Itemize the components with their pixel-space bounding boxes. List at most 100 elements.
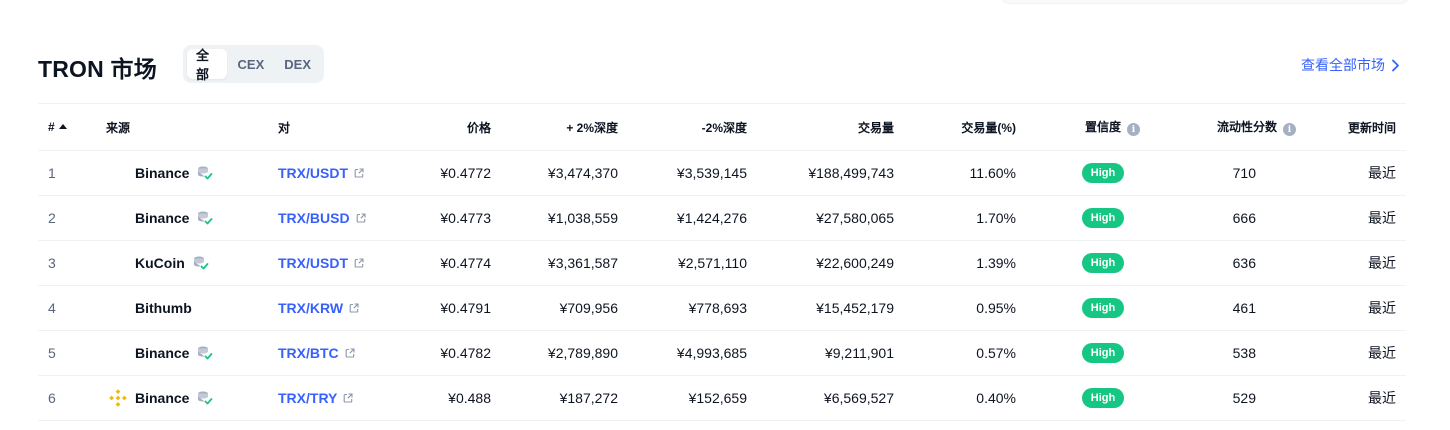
external-link-icon xyxy=(349,303,359,313)
external-link-icon xyxy=(354,168,364,178)
exchange-name[interactable]: Binance xyxy=(135,210,189,226)
pair-link[interactable]: TRX/TRY xyxy=(278,390,353,406)
price-cell: ¥0.4791 xyxy=(440,300,491,316)
source-cell[interactable]: KuCoin xyxy=(96,241,268,286)
col-updated[interactable]: 更新时间 xyxy=(1306,104,1406,151)
exchange-name[interactable]: Binance xyxy=(135,390,189,406)
source-cell[interactable]: Binance xyxy=(96,196,268,241)
table-row: 6 Binance TRX/TRY ¥0.488 ¥187,272 ¥152,659 ¥6,… xyxy=(38,376,1406,421)
plus-depth-cell: ¥3,361,587 xyxy=(547,255,618,271)
pair-cell[interactable]: TRX/BTC xyxy=(268,331,400,376)
exchange-logo xyxy=(106,386,135,410)
pair-label: TRX/BTC xyxy=(278,345,339,361)
tab-all[interactable]: 全部 xyxy=(187,48,227,82)
plus-depth-cell: ¥187,272 xyxy=(559,390,618,406)
volume-cell: ¥27,580,065 xyxy=(816,210,894,226)
exchange-name[interactable]: Binance xyxy=(135,345,189,361)
table-row: 4 Bithumb TRX/KRW ¥0.4791 ¥709,956 ¥778,693 ¥1… xyxy=(38,286,1406,331)
liquidity-cell: 461 xyxy=(1232,300,1256,316)
minus-depth-cell: ¥4,993,685 xyxy=(676,345,747,361)
liquidity-cell: 538 xyxy=(1232,345,1256,361)
exchange-name[interactable]: Bithumb xyxy=(135,300,192,316)
liquidity-cell: 529 xyxy=(1232,390,1256,406)
col-source[interactable]: 来源 xyxy=(96,104,268,151)
volume-pct-cell: 1.70% xyxy=(976,210,1016,226)
volume-cell: ¥9,211,901 xyxy=(824,345,894,361)
col-plus-depth[interactable]: + 2%深度 xyxy=(501,104,628,151)
col-volume[interactable]: 交易量 xyxy=(757,104,904,151)
plus-depth-cell: ¥709,956 xyxy=(559,300,618,316)
table-row: 1 Binance TRX/USDT ¥0.4772 ¥3,474,370 ¥3,539,… xyxy=(38,151,1406,196)
price-cell: ¥0.488 xyxy=(448,390,491,406)
source-cell[interactable]: Binance xyxy=(96,151,268,196)
verified-reserve-icon xyxy=(198,166,213,180)
table-row: 2 Binance TRX/BUSD ¥0.4773 ¥1,038,559 ¥1,424,… xyxy=(38,196,1406,241)
liquidity-cell: 636 xyxy=(1232,255,1256,271)
pair-link[interactable]: TRX/BTC xyxy=(278,345,355,361)
confidence-badge: High xyxy=(1081,208,1125,228)
info-icon[interactable]: i xyxy=(1283,123,1296,137)
verified-reserve-icon xyxy=(198,391,213,405)
sort-asc-icon xyxy=(58,124,67,129)
exchange-logo xyxy=(106,341,135,365)
pair-link[interactable]: TRX/USDT xyxy=(278,255,364,271)
source-cell[interactable]: Bithumb xyxy=(96,286,268,331)
updated-cell: 最近 xyxy=(1368,210,1396,226)
updated-cell: 最近 xyxy=(1368,390,1396,406)
pair-link[interactable]: TRX/KRW xyxy=(278,300,359,316)
tab-cex[interactable]: CEX xyxy=(229,49,274,79)
col-minus-depth[interactable]: -2%深度 xyxy=(628,104,757,151)
exchange-name[interactable]: KuCoin xyxy=(135,255,185,271)
col-price[interactable]: 价格 xyxy=(400,104,501,151)
pair-label: TRX/BUSD xyxy=(278,210,350,226)
pair-cell[interactable]: TRX/USDT xyxy=(268,151,400,196)
source-cell[interactable]: Binance xyxy=(96,376,268,421)
volume-cell: ¥188,499,743 xyxy=(808,165,894,181)
table-row: 5 Binance TRX/BTC ¥0.4782 ¥2,789,890 ¥4,993,6… xyxy=(38,331,1406,376)
pair-cell[interactable]: TRX/KRW xyxy=(268,286,400,331)
pair-cell[interactable]: TRX/TRY xyxy=(268,376,400,421)
confidence-badge: High xyxy=(1081,298,1125,318)
view-all-label: 查看全部市场 xyxy=(1301,57,1385,73)
pair-link[interactable]: TRX/USDT xyxy=(278,165,364,181)
minus-depth-cell: ¥778,693 xyxy=(688,300,747,316)
verified-reserve-icon xyxy=(198,211,213,225)
pair-cell[interactable]: TRX/USDT xyxy=(268,241,400,286)
volume-cell: ¥15,452,179 xyxy=(816,300,894,316)
pair-link[interactable]: TRX/BUSD xyxy=(278,210,366,226)
source-cell[interactable]: Binance xyxy=(96,331,268,376)
confidence-badge: High xyxy=(1081,163,1125,183)
rank-cell: 1 xyxy=(48,165,56,181)
markets-table: # 来源 对 价格 + 2%深度 -2%深度 交易量 交易量(%) 置信度 i 流… xyxy=(38,103,1406,421)
updated-cell: 最近 xyxy=(1368,255,1396,271)
col-volume-pct[interactable]: 交易量(%) xyxy=(904,104,1026,151)
view-all-markets-link[interactable]: 查看全部市场 xyxy=(1301,55,1400,75)
volume-pct-cell: 11.60% xyxy=(969,165,1016,181)
top-search-panel-edge xyxy=(1000,0,1410,4)
col-liquidity[interactable]: 流动性分数 i xyxy=(1150,104,1306,151)
pair-cell[interactable]: TRX/BUSD xyxy=(268,196,400,241)
confidence-cell: High xyxy=(1026,196,1150,241)
updated-cell: 最近 xyxy=(1368,165,1396,181)
col-confidence[interactable]: 置信度 i xyxy=(1026,104,1150,151)
pair-label: TRX/KRW xyxy=(278,300,344,316)
col-pair[interactable]: 对 xyxy=(268,104,400,151)
minus-depth-cell: ¥3,539,145 xyxy=(676,165,747,181)
minus-depth-cell: ¥152,659 xyxy=(688,390,747,406)
table-header-row: # 来源 对 价格 + 2%深度 -2%深度 交易量 交易量(%) 置信度 i 流… xyxy=(38,103,1406,151)
chevron-right-icon xyxy=(1392,59,1399,71)
volume-cell: ¥6,569,527 xyxy=(823,390,894,406)
col-rank[interactable]: # xyxy=(38,104,96,151)
confidence-cell: High xyxy=(1026,286,1150,331)
volume-pct-cell: 0.57% xyxy=(976,345,1016,361)
confidence-badge: High xyxy=(1081,388,1125,408)
info-icon[interactable]: i xyxy=(1127,123,1140,137)
external-link-icon xyxy=(356,213,366,223)
volume-cell: ¥22,600,249 xyxy=(816,255,894,271)
rank-cell: 5 xyxy=(48,345,56,361)
tab-dex[interactable]: DEX xyxy=(275,49,320,79)
price-cell: ¥0.4782 xyxy=(440,345,491,361)
markets-header: TRON 市场 全部 CEX DEX 查看全部市场 xyxy=(38,44,1406,84)
page-title: TRON 市场 xyxy=(38,56,157,82)
exchange-name[interactable]: Binance xyxy=(135,165,189,181)
